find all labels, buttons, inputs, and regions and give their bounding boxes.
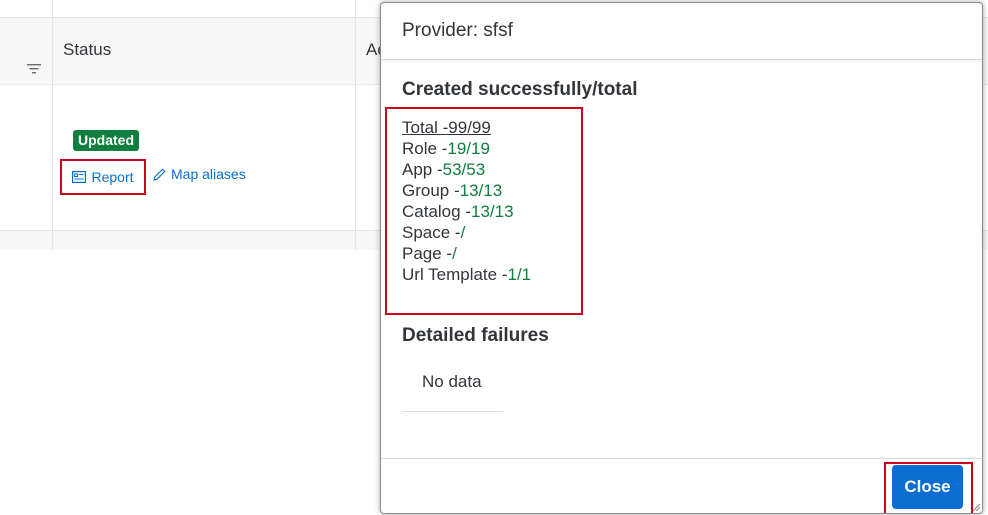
failures-section-title: Detailed failures: [402, 325, 549, 346]
stat-role: Role -19/19: [402, 139, 490, 158]
close-button[interactable]: Close: [892, 465, 963, 509]
column-divider: [355, 0, 356, 250]
report-icon: [72, 171, 87, 183]
stat-space: Space -/: [402, 223, 466, 242]
stat-url-template: Url Template -1/1: [402, 265, 532, 284]
stat-page: Page -/: [402, 244, 457, 263]
map-aliases-link[interactable]: Map aliases: [153, 166, 246, 182]
no-data-divider: [402, 411, 503, 412]
stat-app: App -53/53: [402, 160, 486, 179]
column-divider: [52, 0, 53, 250]
dialog-title: Provider: sfsf: [402, 20, 513, 41]
map-aliases-label: Map aliases: [171, 166, 246, 182]
no-data-text: No data: [422, 372, 482, 391]
resize-grip-icon[interactable]: [971, 502, 981, 512]
status-badge: Updated: [73, 130, 139, 151]
stat-total: Total -99/99: [402, 118, 491, 137]
dialog-header: Provider: sfsf: [381, 3, 982, 60]
provider-dialog: Provider: sfsf Created successfully/tota…: [380, 2, 983, 514]
stat-catalog: Catalog -13/13: [402, 202, 514, 221]
report-link-label: Report: [91, 169, 134, 185]
column-header-status[interactable]: Status: [63, 40, 111, 60]
filter-icon[interactable]: [27, 63, 41, 75]
pencil-icon: [153, 168, 166, 181]
report-link[interactable]: Report: [60, 159, 146, 195]
created-section-title: Created successfully/total: [402, 79, 638, 100]
stat-group: Group -13/13: [402, 181, 503, 200]
stats-list: Total -99/99 Role -19/19 App -53/53 Grou…: [402, 117, 531, 285]
